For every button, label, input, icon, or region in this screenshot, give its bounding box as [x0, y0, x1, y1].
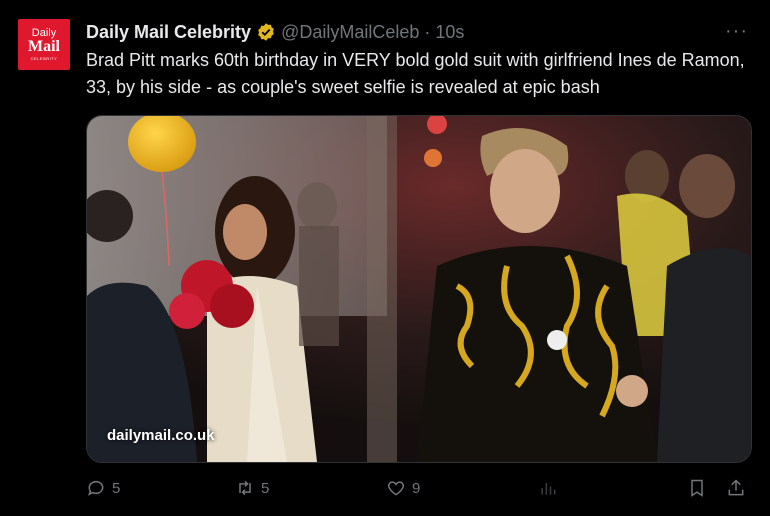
bookmark-icon — [691, 479, 703, 497]
account-handle[interactable]: @DailyMailCeleb — [281, 22, 419, 43]
post-time[interactable]: 10s — [435, 22, 464, 43]
repost-button[interactable]: 5 — [235, 478, 269, 498]
like-count: 9 — [412, 479, 421, 497]
separator-dot: · — [424, 21, 431, 42]
reply-icon — [88, 480, 104, 496]
media-domain-label: dailymail.co.uk — [107, 427, 215, 444]
bookmark-button[interactable] — [687, 478, 707, 498]
like-button[interactable]: 9 — [386, 478, 420, 498]
share-button[interactable] — [726, 478, 746, 498]
post-actions: 5 5 9 — [86, 478, 752, 504]
post-media[interactable]: dailymail.co.uk — [86, 115, 752, 463]
reply-button[interactable]: 5 — [86, 478, 120, 498]
like-icon — [387, 481, 405, 496]
verified-badge-icon[interactable] — [256, 22, 276, 42]
repost-icon — [239, 480, 251, 496]
avatar-text-mail: Mail — [28, 38, 60, 55]
post-avatar[interactable]: Daily Mail CELEBRITY — [18, 19, 70, 70]
post-header: Daily Mail Celebrity @DailyMailCeleb · 1… — [86, 20, 750, 44]
media-photo — [87, 116, 751, 462]
reply-count: 5 — [112, 479, 121, 497]
share-icon — [728, 479, 744, 496]
views-button[interactable] — [538, 478, 558, 498]
more-options-icon[interactable]: ··· — [725, 20, 748, 43]
repost-count: 5 — [261, 479, 270, 497]
views-icon — [541, 483, 556, 495]
account-name[interactable]: Daily Mail Celebrity — [86, 22, 251, 43]
post-text: Brad Pitt marks 60th birthday in VERY bo… — [86, 50, 745, 97]
avatar-text-celebrity: CELEBRITY — [30, 56, 58, 61]
